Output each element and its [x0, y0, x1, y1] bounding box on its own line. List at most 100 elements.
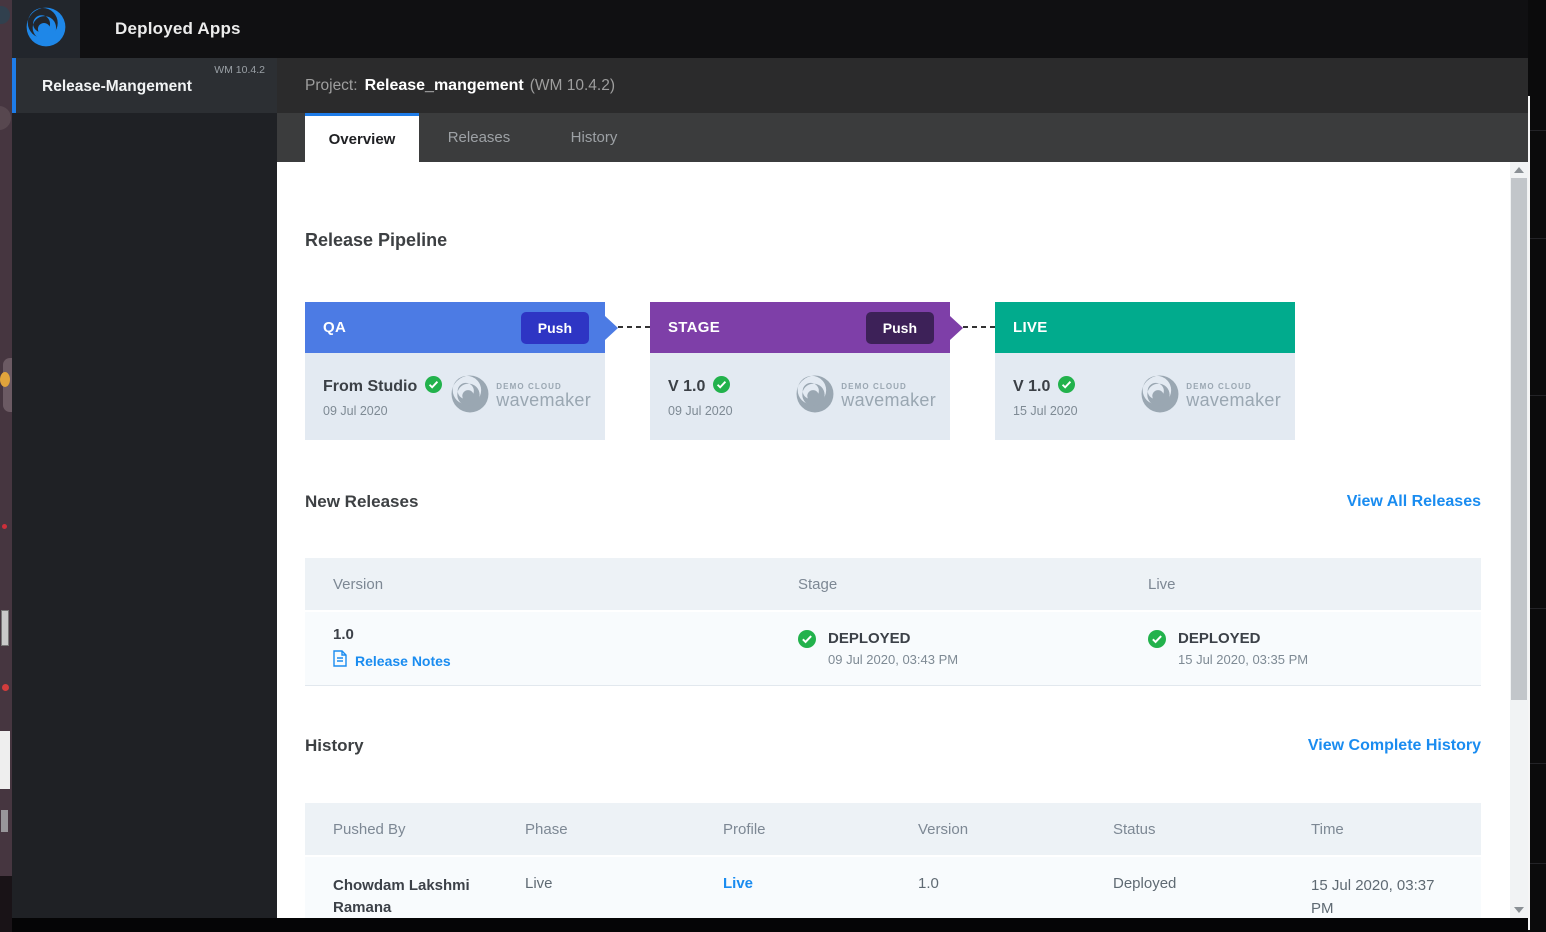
column-header-phase: Phase: [525, 821, 723, 838]
project-version: (WM 10.4.2): [530, 77, 615, 95]
history-table-header: Pushed By Phase Profile Version Status T…: [305, 803, 1481, 855]
history-version: 1.0: [918, 875, 1113, 892]
check-circle-icon: [798, 630, 816, 653]
background-window-edge: [1528, 0, 1546, 932]
demo-cloud-brand: DEMO CLOUD wavemaker: [795, 374, 936, 419]
demo-cloud-brand: DEMO CLOUD wavemaker: [1140, 374, 1281, 419]
column-header-profile: Profile: [723, 821, 918, 838]
live-deployed-time: 15 Jul 2020, 03:35 PM: [1178, 652, 1308, 667]
wavemaker-wave-icon: [1140, 374, 1180, 419]
top-bar: Deployed Apps: [12, 0, 1528, 58]
release-pipeline-title: Release Pipeline: [305, 230, 447, 251]
wavemaker-wave-icon: [795, 374, 835, 419]
qa-stage-label: QA: [323, 319, 521, 336]
column-header-version: Version: [333, 576, 798, 593]
sidebar-item-version: WM 10.4.2: [214, 64, 265, 76]
stage-stage-label: STAGE: [668, 319, 866, 336]
qa-push-button[interactable]: Push: [521, 312, 589, 344]
sidebar-item-label: Release-Mangement: [42, 78, 192, 96]
brand-wavemaker-text: wavemaker: [841, 391, 936, 410]
dock-notification-dot: [2, 524, 7, 529]
dock-icon-fragment: [0, 372, 10, 387]
live-deployed-status: DEPLOYED: [1178, 630, 1308, 647]
brand-wavemaker-text: wavemaker: [496, 391, 591, 410]
scroll-up-arrow[interactable]: [1510, 162, 1528, 178]
column-header-time: Time: [1311, 821, 1481, 838]
deployed-apps-window: Deployed Apps Release-Mangement WM 10.4.…: [12, 0, 1528, 932]
check-circle-icon: [1058, 376, 1075, 398]
new-releases-header-row: New Releases View All Releases: [305, 492, 1481, 512]
new-releases-table-row: 1.0 Release Notes: [305, 610, 1481, 686]
sidebar-item-release-management[interactable]: Release-Mangement WM 10.4.2: [12, 58, 277, 113]
apps-sidebar: Release-Mangement WM 10.4.2: [12, 58, 277, 918]
demo-cloud-brand: DEMO CLOUD wavemaker: [450, 374, 591, 419]
pipeline-card-stage: STAGE Push V 1.0 09 Jul 2020: [650, 302, 950, 440]
pipeline-connector: [618, 326, 650, 328]
live-stage-label: LIVE: [1013, 319, 1279, 336]
tab-overview[interactable]: Overview: [305, 113, 419, 162]
history-header-row: History View Complete History: [305, 736, 1481, 756]
check-circle-icon: [1148, 630, 1166, 653]
document-icon: [333, 650, 347, 672]
release-notes-link[interactable]: Release Notes: [355, 653, 451, 669]
page-title: Deployed Apps: [115, 0, 241, 58]
live-card-body: V 1.0 15 Jul 2020: [995, 353, 1295, 440]
project-name: Release_mangement: [365, 77, 524, 95]
new-releases-title: New Releases: [305, 492, 418, 512]
column-header-live: Live: [1148, 576, 1481, 593]
wavemaker-logo-icon: [25, 6, 67, 53]
project-header: Project: Release_mangement (WM 10.4.2): [277, 58, 1528, 113]
wavemaker-wave-icon: [450, 374, 490, 419]
check-circle-icon: [713, 376, 730, 398]
window-bottom-edge: [12, 918, 1528, 932]
overview-content: Release Pipeline QA Push From Studio: [277, 162, 1510, 932]
stage-card-body: V 1.0 09 Jul 2020: [650, 353, 950, 440]
new-releases-table: Version Stage Live 1.0 Releas: [305, 558, 1481, 686]
stage-version-label: V 1.0: [668, 378, 705, 396]
main-panel: Project: Release_mangement (WM 10.4.2) O…: [277, 58, 1528, 932]
dock-icon-fragment: [0, 731, 10, 789]
qa-deploy-date: 09 Jul 2020: [323, 404, 442, 418]
history-phase: Live: [525, 875, 723, 892]
window-seam-line: [1528, 96, 1530, 930]
wavemaker-logo-button[interactable]: [12, 0, 80, 58]
history-status: Deployed: [1113, 875, 1311, 892]
history-time: 15 Jul 2020, 03:37 PM: [1311, 875, 1461, 920]
history-pushed-by: Chowdam Lakshmi Ramana: [333, 875, 483, 919]
column-header-stage: Stage: [798, 576, 1148, 593]
history-title: History: [305, 736, 364, 756]
release-version: 1.0: [333, 626, 798, 643]
vertical-scrollbar[interactable]: [1510, 162, 1528, 918]
stage-push-button[interactable]: Push: [866, 312, 934, 344]
live-card-header: LIVE: [995, 302, 1295, 353]
dock-icon-fragment: [0, 6, 10, 24]
tab-history[interactable]: History: [539, 113, 649, 162]
history-table: Pushed By Phase Profile Version Status T…: [305, 803, 1481, 932]
live-version-label: V 1.0: [1013, 378, 1050, 396]
column-header-version: Version: [918, 821, 1113, 838]
stage-deployed-time: 09 Jul 2020, 03:43 PM: [828, 652, 958, 667]
column-header-pushed-by: Pushed By: [333, 821, 525, 838]
qa-card-body: From Studio 09 Jul 2020: [305, 353, 605, 440]
dock-bottom-shade: [0, 876, 12, 932]
scroll-down-arrow[interactable]: [1510, 902, 1528, 918]
live-deploy-date: 15 Jul 2020: [1013, 404, 1078, 418]
stage-deploy-date: 09 Jul 2020: [668, 404, 733, 418]
new-releases-table-header: Version Stage Live: [305, 558, 1481, 610]
check-circle-icon: [425, 376, 442, 398]
history-profile-link[interactable]: Live: [723, 875, 753, 892]
tab-releases[interactable]: Releases: [419, 113, 539, 162]
column-header-status: Status: [1113, 821, 1311, 838]
dock-icon-fragment: [0, 106, 11, 130]
tab-bar: Overview Releases History: [277, 113, 1528, 162]
scrollbar-thumb[interactable]: [1511, 178, 1527, 700]
release-pipeline: QA Push From Studio 09 Jul 2020: [305, 302, 1481, 440]
dock-notification-dot: [2, 684, 9, 691]
stage-deployed-status: DEPLOYED: [828, 630, 958, 647]
view-all-releases-link[interactable]: View All Releases: [1347, 493, 1481, 511]
view-complete-history-link[interactable]: View Complete History: [1308, 737, 1481, 755]
dock-icon-fragment: [1, 810, 8, 832]
os-dock-edge: [0, 0, 12, 932]
pipeline-connector: [963, 326, 995, 328]
brand-wavemaker-text: wavemaker: [1186, 391, 1281, 410]
